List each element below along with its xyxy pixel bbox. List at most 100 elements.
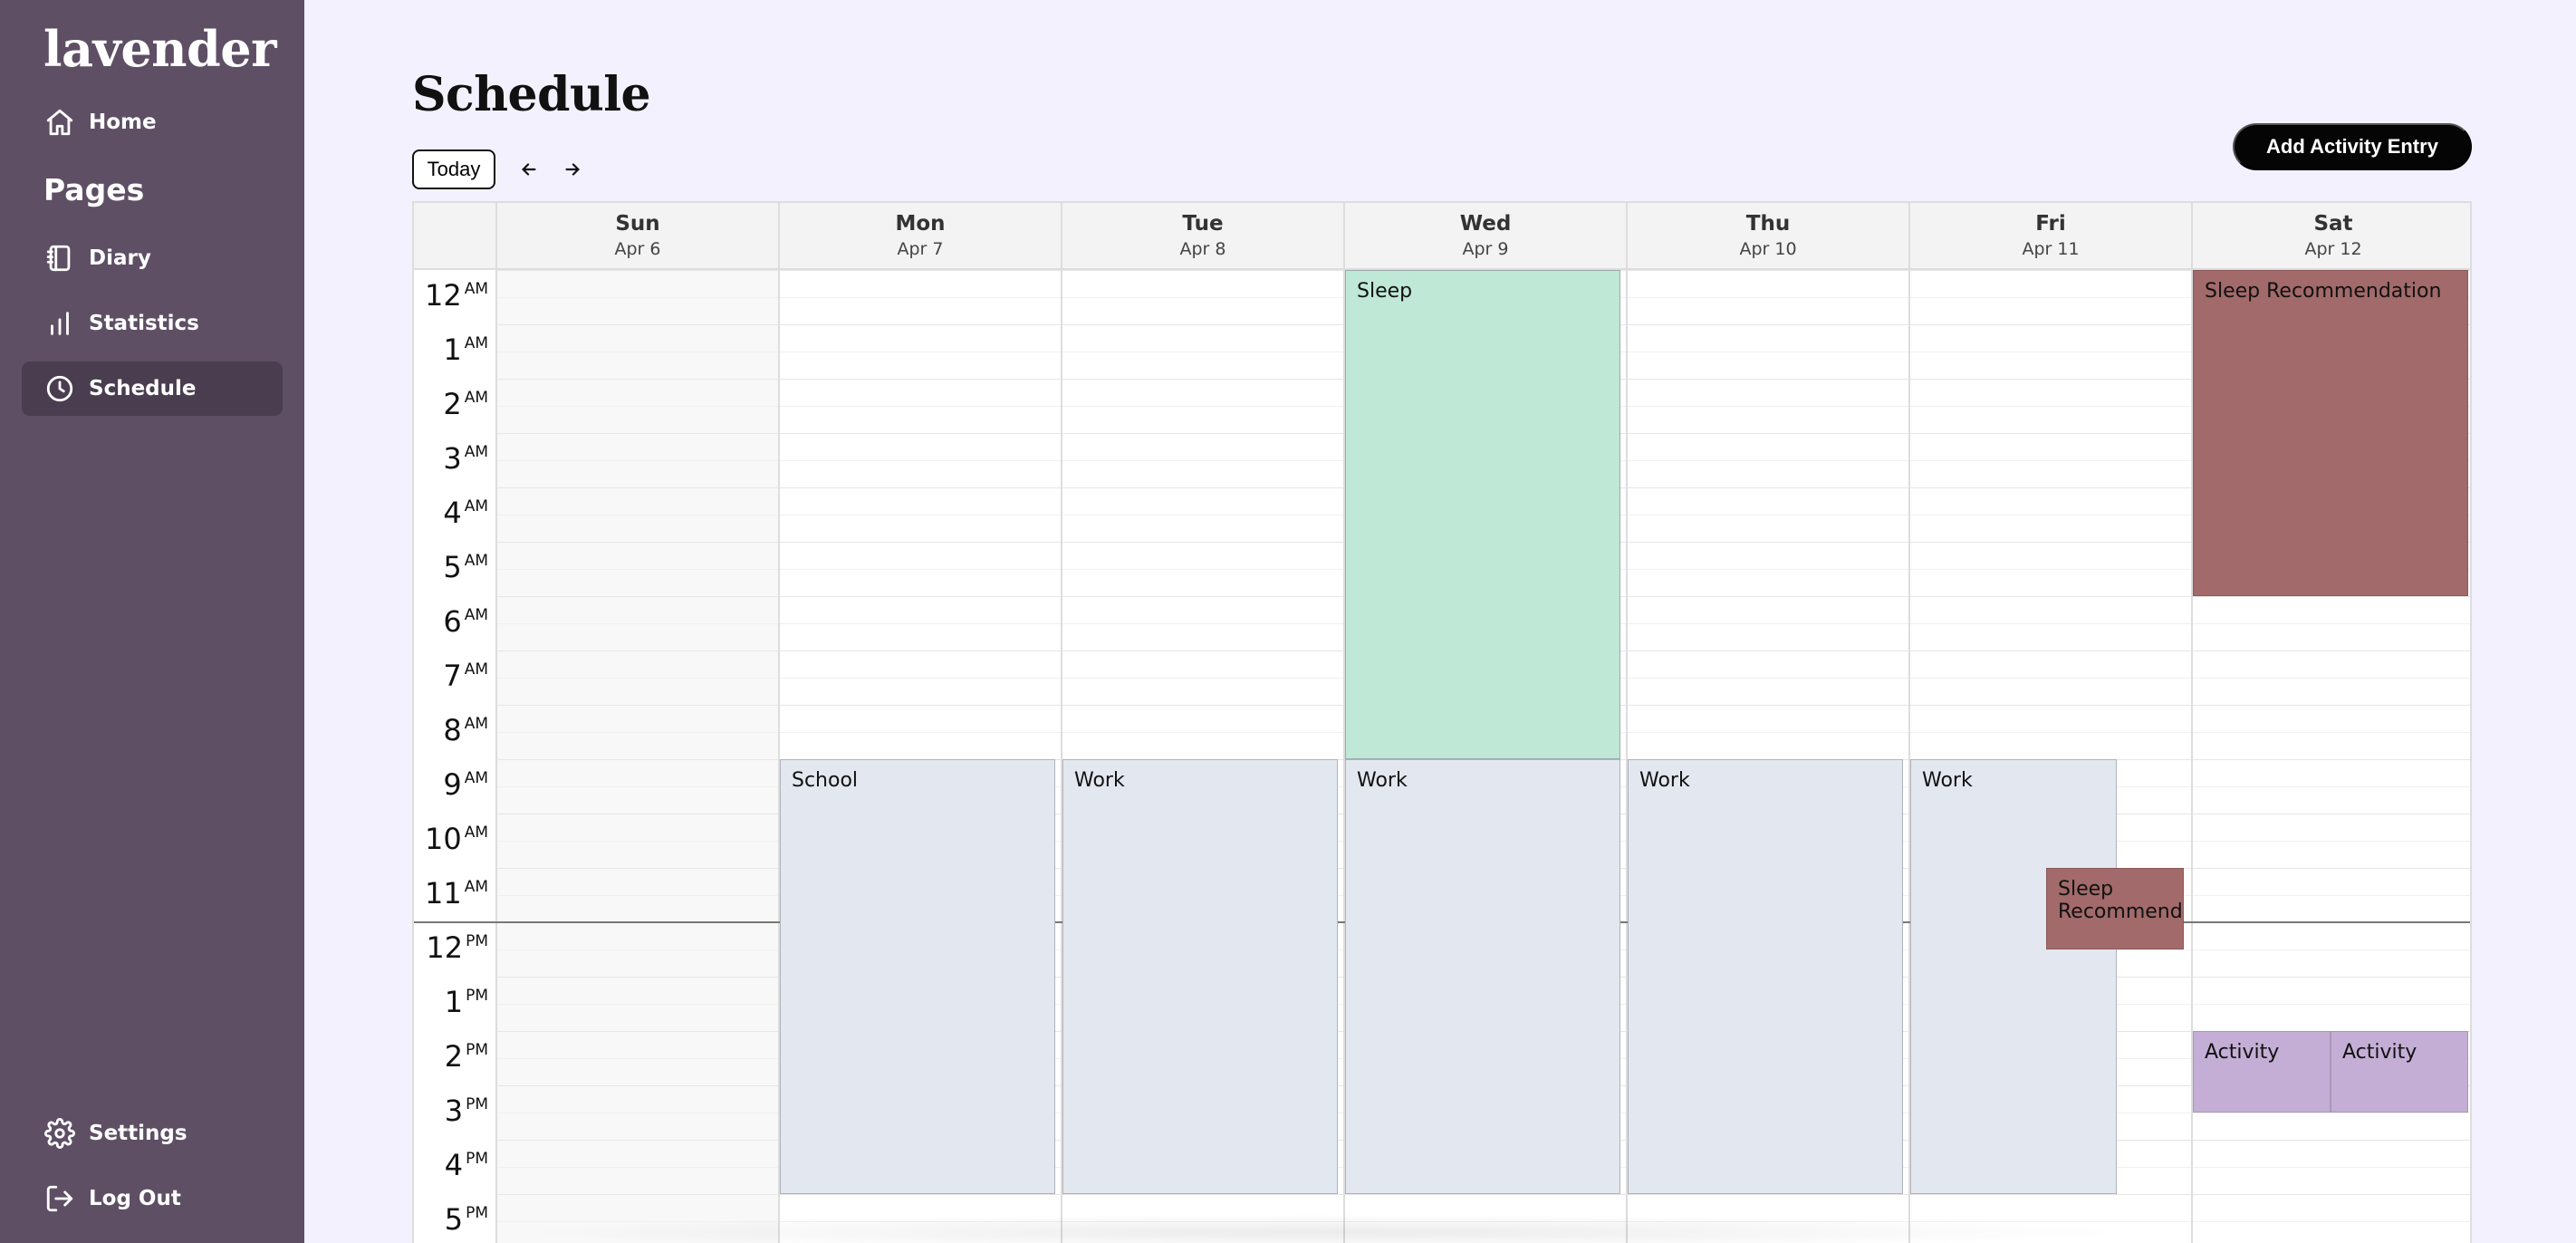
hour-gridline (1910, 433, 2191, 434)
hour-gridline (497, 324, 778, 325)
half-hour-gridline (2193, 895, 2470, 896)
time-label-hour: 5 (444, 1202, 464, 1237)
half-hour-gridline (497, 895, 778, 896)
sidebar-item-settings[interactable]: Settings (22, 1106, 283, 1161)
day-date: Apr 8 (1179, 239, 1226, 259)
today-button[interactable]: Today (412, 149, 495, 189)
hour-gridline (497, 759, 778, 760)
time-label-hour: 4 (443, 496, 462, 530)
time-label: 3 AM (443, 440, 488, 495)
half-hour-gridline (497, 841, 778, 842)
hour-gridline (497, 270, 778, 271)
hour-gridline (1628, 596, 1908, 597)
half-hour-gridline (1628, 406, 1908, 407)
hour-gridline (1628, 487, 1908, 488)
hour-gridline (780, 270, 1061, 271)
event-title: Work (1639, 769, 1690, 792)
half-hour-gridline (2193, 623, 2470, 624)
time-label-meridiem: AM (464, 334, 488, 352)
calendar-event-work[interactable]: Work (1062, 759, 1338, 1194)
half-hour-gridline (497, 569, 778, 570)
sidebar-item-label: Diary (89, 246, 151, 270)
half-hour-gridline (780, 460, 1061, 461)
day-date: Apr 10 (1739, 239, 1797, 259)
calendar-event-work[interactable]: Work (1910, 759, 2117, 1194)
half-hour-gridline (497, 460, 778, 461)
hour-gridline (497, 379, 778, 380)
day-header-wed: Wed Apr 9 (1343, 203, 1626, 268)
time-label-meridiem: AM (464, 824, 488, 842)
hour-gridline (1345, 1194, 1626, 1195)
time-label-meridiem: AM (464, 443, 488, 461)
hour-gridline (2193, 650, 2470, 651)
hour-gridline (497, 542, 778, 543)
calendar-event-sleep[interactable]: Sleep (1345, 270, 1620, 759)
hour-gridline (1062, 705, 1343, 706)
sidebar-section-title: Pages (43, 172, 145, 207)
hour-gridline (1910, 379, 2191, 380)
half-hour-gridline (1062, 297, 1343, 298)
clock-icon (43, 372, 76, 405)
half-hour-gridline (780, 569, 1061, 570)
half-hour-gridline (1628, 460, 1908, 461)
time-label: 2 AM (443, 386, 488, 440)
calendar-event-sleep-recommendation[interactable]: Sleep Recommendation (2193, 270, 2468, 596)
time-label-meridiem: AM (464, 769, 488, 787)
hour-gridline (2193, 705, 2470, 706)
time-label-meridiem: AM (464, 715, 488, 733)
prev-week-button[interactable] (514, 154, 544, 185)
sidebar-item-logout[interactable]: Log Out (22, 1171, 283, 1226)
sidebar-item-diary[interactable]: Diary (22, 231, 283, 285)
day-column-sun[interactable] (495, 270, 778, 1243)
time-label-hour: 1 (443, 332, 462, 367)
half-hour-gridline (497, 1058, 778, 1059)
event-title: Sleep Recommendation (2205, 280, 2442, 303)
time-label: 2 PM (445, 1038, 488, 1093)
notebook-icon (43, 242, 76, 275)
event-title: Work (1074, 769, 1125, 792)
half-hour-gridline (780, 623, 1061, 624)
half-hour-gridline (497, 786, 778, 787)
calendar-event-activity[interactable]: Activity (2331, 1031, 2468, 1113)
sidebar-item-home[interactable]: Home (22, 95, 283, 149)
half-hour-gridline (1628, 732, 1908, 733)
calendar-event-work[interactable]: Work (1345, 759, 1620, 1194)
calendar-event-school[interactable]: School (780, 759, 1055, 1194)
half-hour-gridline (2193, 841, 2470, 842)
time-label-meridiem: AM (464, 280, 488, 298)
time-label: 8 AM (443, 712, 488, 766)
add-activity-entry-button[interactable]: Add Activity Entry (2233, 123, 2472, 170)
hour-gridline (1628, 705, 1908, 706)
sidebar-item-label: Settings (89, 1122, 187, 1145)
hour-gridline (2193, 759, 2470, 760)
home-icon (43, 106, 76, 139)
time-label-hour: 11 (424, 876, 462, 911)
calendar-event-sleep-recommendation[interactable]: Sleep Recommendation (2046, 868, 2184, 949)
hour-gridline (497, 487, 778, 488)
time-label: 6 AM (443, 603, 488, 658)
time-label-hour: 12 (426, 930, 464, 965)
time-label-hour: 4 (444, 1148, 464, 1182)
hour-gridline (497, 1085, 778, 1086)
hour-gridline (1910, 705, 2191, 706)
sidebar-item-label: Log Out (89, 1187, 181, 1210)
hour-gridline (1628, 433, 1908, 434)
calendar-event-activity[interactable]: Activity (2193, 1031, 2331, 1113)
time-label: 5 AM (443, 549, 488, 603)
hour-gridline (1910, 270, 2191, 271)
next-week-button[interactable] (557, 154, 588, 185)
hour-gridline (1910, 324, 2191, 325)
sidebar-item-schedule[interactable]: Schedule (22, 361, 283, 416)
calendar-event-work[interactable]: Work (1628, 759, 1903, 1194)
time-label-meridiem: PM (466, 987, 488, 1005)
time-label-hour: 3 (444, 1094, 464, 1128)
time-label-hour: 12 (424, 278, 462, 313)
half-hour-gridline (1628, 297, 1908, 298)
half-hour-gridline (497, 1167, 778, 1168)
half-hour-gridline (1062, 460, 1343, 461)
half-hour-gridline (1345, 1221, 1626, 1222)
sidebar-item-label: Statistics (89, 312, 199, 335)
half-hour-gridline (497, 406, 778, 407)
sidebar-item-statistics[interactable]: Statistics (22, 296, 283, 351)
day-name: Mon (895, 212, 946, 236)
